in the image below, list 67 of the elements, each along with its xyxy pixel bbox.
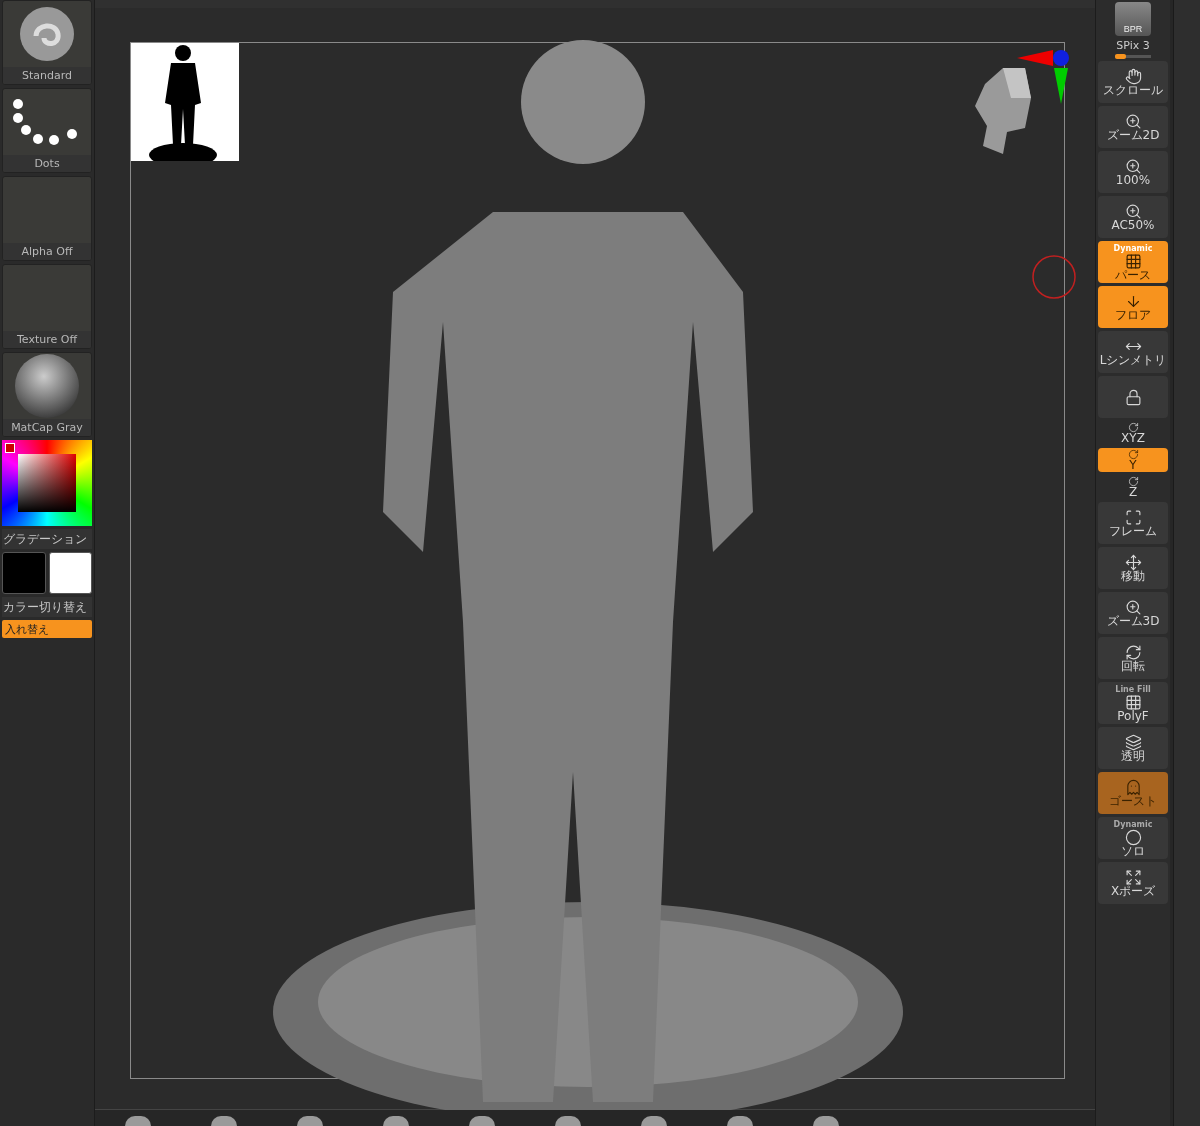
- brush-thumbnail[interactable]: [813, 1116, 839, 1126]
- frame-icon: [1124, 509, 1142, 526]
- material-tile[interactable]: Dots: [2, 88, 92, 173]
- rotate-icon: [1127, 422, 1139, 433]
- tile-label: Texture Off: [3, 331, 91, 348]
- main-color-swatch[interactable]: [2, 552, 46, 594]
- color-switch-label: カラー切り替え: [2, 597, 92, 617]
- swap-button[interactable]: 入れ替え: [2, 620, 92, 638]
- toolbar-button[interactable]: Line Fill PolyF: [1098, 682, 1168, 724]
- cursor-circle-icon: [1031, 254, 1077, 300]
- bpr-button[interactable]: BPR: [1115, 2, 1151, 36]
- toolbar-button[interactable]: フロア: [1098, 286, 1168, 328]
- brush-thumbnail[interactable]: [211, 1116, 237, 1126]
- magnifier-icon: [1124, 599, 1142, 616]
- rotate-icon: [1127, 449, 1139, 460]
- lock-icon: [1124, 388, 1142, 406]
- brush-thumbnail[interactable]: [125, 1116, 151, 1126]
- toolbar-button[interactable]: 移動: [1098, 547, 1168, 589]
- circle-icon: [1124, 828, 1142, 846]
- grid-icon: [1124, 693, 1142, 711]
- toolbar-button[interactable]: XYZ: [1098, 421, 1168, 445]
- magnifier-icon: [1124, 203, 1142, 220]
- gradient-label: グラデーション: [2, 529, 92, 549]
- grid-icon: [1124, 252, 1142, 270]
- toolbar-button[interactable]: スクロール: [1098, 61, 1168, 103]
- move-icon: [1124, 554, 1142, 571]
- layers-icon: [1124, 734, 1142, 751]
- rotate-icon: [1124, 644, 1142, 661]
- toolbar-button[interactable]: Z: [1098, 475, 1168, 499]
- sphere-icon: [12, 353, 82, 419]
- rotate-icon: [1127, 476, 1139, 487]
- spix-slider[interactable]: [1115, 55, 1151, 58]
- toolbar-button[interactable]: Xポーズ: [1098, 862, 1168, 904]
- tile-label: MatCap Gray: [3, 419, 91, 436]
- brush-thumbnail[interactable]: [555, 1116, 581, 1126]
- secondary-color-swatch[interactable]: [48, 552, 92, 594]
- expand-icon: [1124, 869, 1142, 886]
- material-tile[interactable]: Texture Off: [2, 264, 92, 349]
- toolbar-button[interactable]: 透明: [1098, 727, 1168, 769]
- toolbar-button[interactable]: フレーム: [1098, 502, 1168, 544]
- tile-label: Standard: [3, 67, 91, 84]
- color-picker[interactable]: [2, 440, 92, 526]
- brush-thumbnail[interactable]: [383, 1116, 409, 1126]
- brush-thumbnail[interactable]: [727, 1116, 753, 1126]
- hand-icon: [1124, 68, 1142, 85]
- toolbar-button[interactable]: Dynamic ソロ: [1098, 817, 1168, 859]
- toolbar-button[interactable]: 回転: [1098, 637, 1168, 679]
- tile-label: Dots: [3, 155, 91, 172]
- toolbar-button[interactable]: Dynamic パース: [1098, 241, 1168, 283]
- tile-label: Alpha Off: [3, 243, 91, 260]
- brush-thumbnail[interactable]: [641, 1116, 667, 1126]
- material-tile[interactable]: MatCap Gray: [2, 352, 92, 437]
- ghost-icon: [1124, 779, 1142, 796]
- toolbar-button[interactable]: Y: [1098, 448, 1168, 472]
- material-tile[interactable]: Standard: [2, 0, 92, 85]
- toolbar-button[interactable]: AC50%: [1098, 196, 1168, 238]
- material-tile[interactable]: Alpha Off: [2, 176, 92, 261]
- magnifier-icon: [1124, 158, 1142, 175]
- toolbar-button[interactable]: ズーム3D: [1098, 592, 1168, 634]
- toolbar-button[interactable]: Lシンメトリ: [1098, 331, 1168, 373]
- toolbar-button[interactable]: ズーム2D: [1098, 106, 1168, 148]
- brush-thumbnail[interactable]: [469, 1116, 495, 1126]
- spix-label: SPix 3: [1116, 39, 1150, 52]
- toolbar-button[interactable]: 100%: [1098, 151, 1168, 193]
- brush-thumbnail[interactable]: [297, 1116, 323, 1126]
- magnifier-icon: [1124, 113, 1142, 130]
- toolbar-button[interactable]: [1098, 376, 1168, 418]
